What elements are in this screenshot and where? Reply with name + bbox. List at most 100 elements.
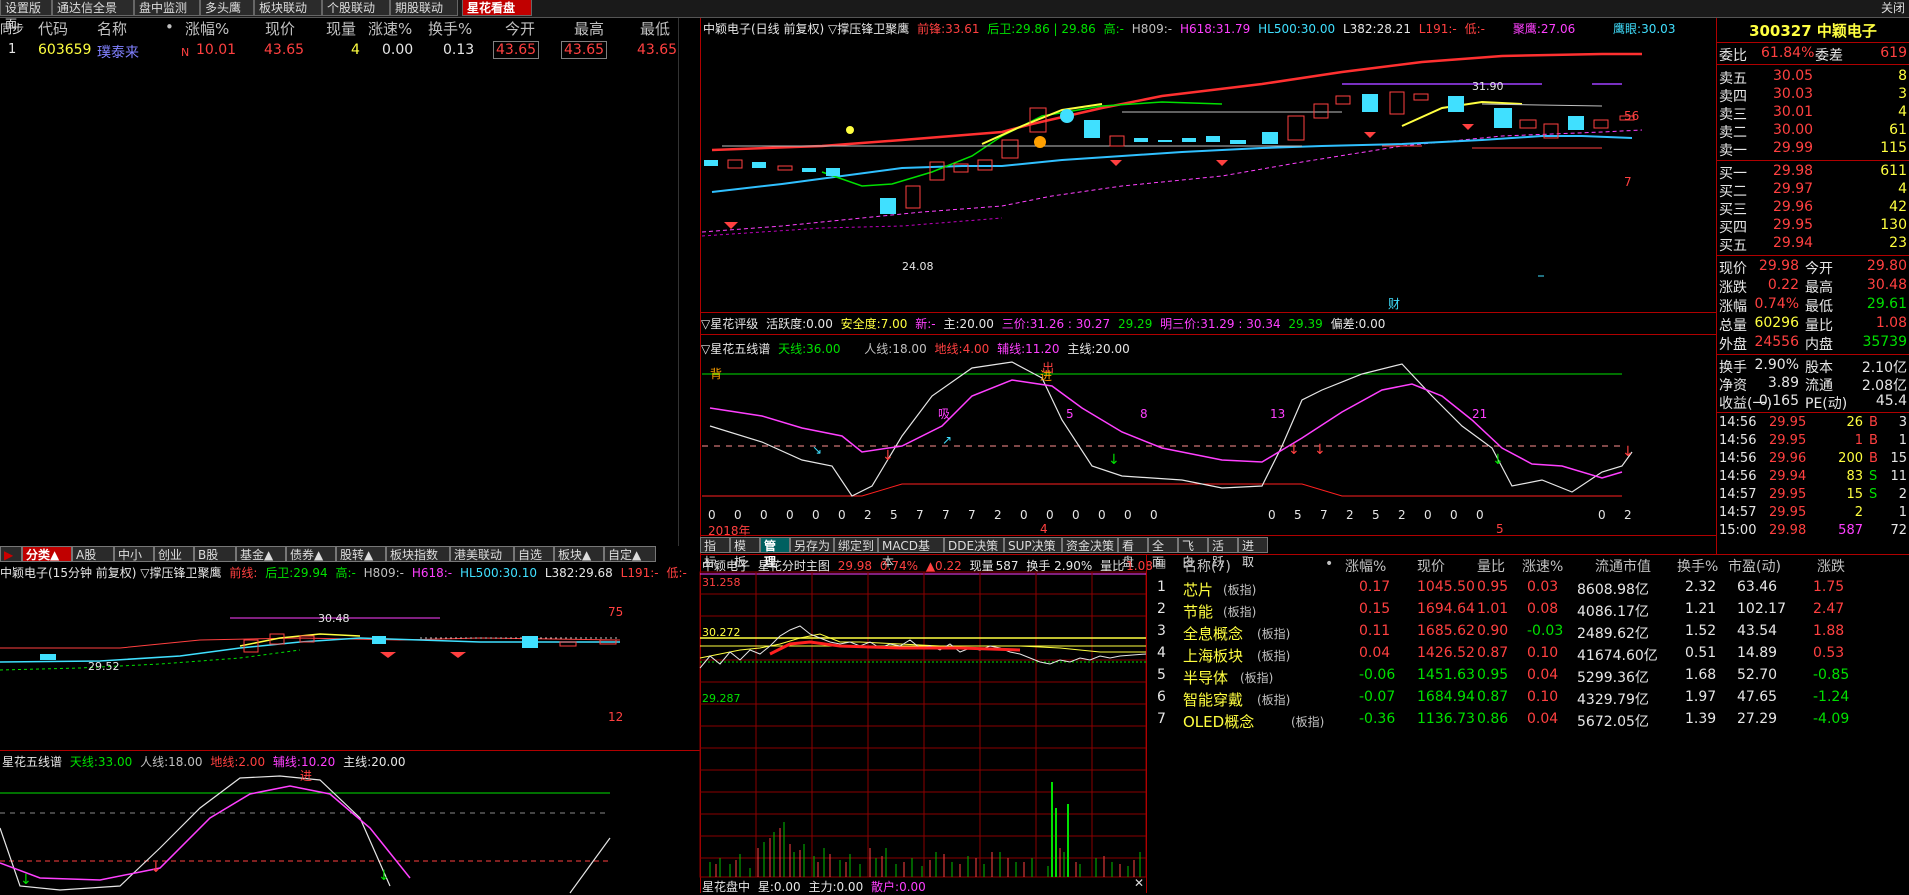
- table-row[interactable]: 1 603659 璞泰来 N 10.01 43.65 4 0.00 0.13 4…: [0, 41, 678, 61]
- col-high[interactable]: 最高: [574, 18, 604, 39]
- col-sector-pe[interactable]: 市盈(动): [1728, 556, 1781, 576]
- tab-active[interactable]: 活跃: [1208, 537, 1238, 569]
- close-button[interactable]: 关闭: [1881, 0, 1905, 16]
- col-sector-name[interactable]: 名称(7): [1183, 556, 1231, 576]
- ask-row[interactable]: 卖四 30.03 3: [1717, 86, 1909, 105]
- month-5-label: 5: [1496, 522, 1504, 536]
- tab-aggressive[interactable]: 进取: [1238, 537, 1268, 569]
- osc-chart[interactable]: 背 出 进 吸 5 8 13 21 ↘ ↗ ↓ ↓ ↓ ↓ ↓ ↓: [702, 356, 1717, 532]
- col-open[interactable]: 今开: [505, 18, 535, 39]
- tab-watchlist[interactable]: 自选: [514, 546, 554, 562]
- table-row[interactable]: 4 上海板块 (板指) 0.04 1426.52 0.87 0.10 41674.60亿 0.5…: [1147, 644, 1909, 665]
- mini-candle-chart[interactable]: 30.48 29.52 75 12: [0, 578, 700, 748]
- tab-manage[interactable]: 管理: [760, 537, 790, 569]
- tab-chinext[interactable]: 创业: [154, 546, 194, 562]
- main-candle-chart[interactable]: 31.90 24.08 56 7 财: [701, 36, 1717, 312]
- tab-sector-link[interactable]: 板块联动: [254, 0, 322, 16]
- tab-custom[interactable]: 自定▲: [604, 546, 656, 562]
- table-row[interactable]: 6 智能穿戴 (板指) -0.07 1684.94 0.87 0.10 4329.79亿 1.9…: [1147, 688, 1909, 709]
- stat-row: 净资 3.89 流通 2.08亿: [1717, 375, 1909, 394]
- tab-b-share[interactable]: B股: [194, 546, 236, 562]
- table-row[interactable]: 1 芯片 (板指) 0.17 1045.50 0.95 0.03 8608.98亿 2.32 63…: [1147, 578, 1909, 599]
- finance-marker[interactable]: 财: [1388, 297, 1400, 311]
- table-row[interactable]: 7 OLED概念 (板指) -0.36 1136.73 0.86 0.04 5672.05亿 1…: [1147, 710, 1909, 731]
- col-code[interactable]: 代码: [38, 18, 68, 39]
- ask-row[interactable]: 卖二 30.00 61: [1717, 122, 1909, 141]
- col-sector-speed[interactable]: 涨速%: [1522, 556, 1563, 576]
- tab-template[interactable]: 模板: [730, 537, 760, 569]
- bid-row[interactable]: 买五 29.94 23: [1717, 235, 1909, 254]
- col-sector-cap[interactable]: 流通市值: [1595, 556, 1651, 576]
- tab-futures-link[interactable]: 期股联动: [390, 0, 458, 16]
- tab-a-share[interactable]: A股: [72, 546, 114, 562]
- tab-tdx-panorama[interactable]: 通达信全景: [52, 0, 134, 16]
- ask-row[interactable]: 卖五 30.05 8: [1717, 68, 1909, 87]
- col-sector-turn[interactable]: 换手%: [1677, 556, 1718, 576]
- tab-category[interactable]: 分类▲: [22, 546, 72, 562]
- x-tick: 0: [812, 508, 820, 522]
- bid-row[interactable]: 买二 29.97 4: [1717, 181, 1909, 200]
- tab-bull-eagle[interactable]: 多头鹰: [200, 0, 254, 16]
- ask-row[interactable]: 卖一 29.99 115: [1717, 140, 1909, 159]
- commission-ratio-label: 委比: [1719, 48, 1747, 64]
- tab-dde[interactable]: DDE决策: [944, 537, 1004, 553]
- ask-row[interactable]: 卖三 30.01 4: [1717, 104, 1909, 123]
- osc-marker-bei: 背: [710, 367, 722, 381]
- tab-indicator[interactable]: 指标: [700, 537, 730, 569]
- tab-macd[interactable]: MACD基本: [878, 537, 944, 569]
- bid-row[interactable]: 买三 29.96 42: [1717, 199, 1909, 218]
- col-low[interactable]: 最低: [640, 18, 670, 39]
- col-sector-pct[interactable]: 涨幅%: [1345, 556, 1386, 576]
- col-pct[interactable]: 涨幅%: [185, 18, 229, 39]
- tick-side: S: [1869, 487, 1878, 502]
- tab-star-flower[interactable]: 星花看盘: [462, 0, 532, 16]
- svg-text:↓: ↓: [1314, 442, 1326, 458]
- menu-icon[interactable]: ▤: [1155, 556, 1166, 570]
- mini-osc-chart[interactable]: 进 ↓ ↓ ↓: [0, 768, 700, 894]
- tab-sup[interactable]: SUP决策: [1004, 537, 1062, 553]
- col-sector-dot[interactable]: •: [1325, 556, 1333, 572]
- bid-row[interactable]: 买一 29.98 611: [1717, 163, 1909, 182]
- table-row[interactable]: 2 节能 (板指) 0.15 1694.64 1.01 0.08 4086.17亿 1.21 10…: [1147, 600, 1909, 621]
- osc-sky-label: 天线:: [778, 342, 807, 356]
- col-vol[interactable]: 现量: [326, 18, 356, 39]
- table-row[interactable]: 3 全息概念 (板指) 0.11 1685.62 0.90 -0.03 2489.62亿 1.5…: [1147, 622, 1909, 643]
- tab-feibai[interactable]: 飞白: [1178, 537, 1208, 569]
- stat-label: 现价: [1719, 261, 1747, 277]
- close-icon[interactable]: ✕: [1134, 876, 1144, 890]
- col-sector-chg[interactable]: 涨跌: [1817, 556, 1845, 576]
- tab-sme[interactable]: 中小: [114, 546, 154, 562]
- tab-otc[interactable]: 股转▲: [336, 546, 386, 562]
- bid-price: 29.97: [1773, 181, 1814, 197]
- tab-intraday-monitor[interactable]: 盘中监测: [134, 0, 200, 16]
- table-row[interactable]: 5 半导体 (板指) -0.06 1451.63 0.95 0.04 5299.36亿 1.68…: [1147, 666, 1909, 687]
- osc-num-13: 13: [1270, 407, 1285, 421]
- col-speed[interactable]: 涨速%: [368, 18, 412, 39]
- tab-arrow[interactable]: ▶: [0, 546, 22, 562]
- col-sector-ratio[interactable]: 量比: [1477, 556, 1505, 576]
- tab-save-as[interactable]: 另存为: [790, 537, 834, 553]
- footer-retail-label: 散户:: [871, 880, 900, 894]
- tab-sector-index[interactable]: 板块指数: [386, 546, 450, 562]
- col-price[interactable]: 现价: [265, 18, 295, 39]
- col-name[interactable]: 名称: [97, 18, 127, 39]
- stat-row: 换手 2.90% 股本 2.10亿: [1717, 357, 1909, 376]
- tab-hk-us-link[interactable]: 港美联动: [450, 546, 514, 562]
- tab-layout-settings[interactable]: 设置版面: [0, 0, 52, 31]
- tab-full[interactable]: 全面: [1148, 537, 1178, 569]
- col-dot[interactable]: •: [165, 18, 174, 36]
- tab-sector[interactable]: 板块▲: [554, 546, 604, 562]
- sector-pe: 27.29: [1737, 711, 1778, 727]
- tab-bond[interactable]: 债券▲: [286, 546, 336, 562]
- intraday-chart[interactable]: 31.258 30.272 29.287: [699, 571, 1147, 878]
- bid-label: 买三: [1719, 202, 1747, 218]
- tab-bind-to[interactable]: 绑定到: [834, 537, 878, 553]
- bid-row[interactable]: 买四 29.95 130: [1717, 217, 1909, 236]
- col-sector-price[interactable]: 现价: [1417, 556, 1445, 576]
- col-turnover[interactable]: 换手%: [428, 18, 472, 39]
- tab-watch[interactable]: 看盘: [1118, 537, 1148, 569]
- tab-capital[interactable]: 资金决策: [1062, 537, 1118, 553]
- bid-vol: 130: [1880, 217, 1907, 233]
- tab-fund[interactable]: 基金▲: [236, 546, 286, 562]
- tab-stock-link[interactable]: 个股联动: [322, 0, 390, 16]
